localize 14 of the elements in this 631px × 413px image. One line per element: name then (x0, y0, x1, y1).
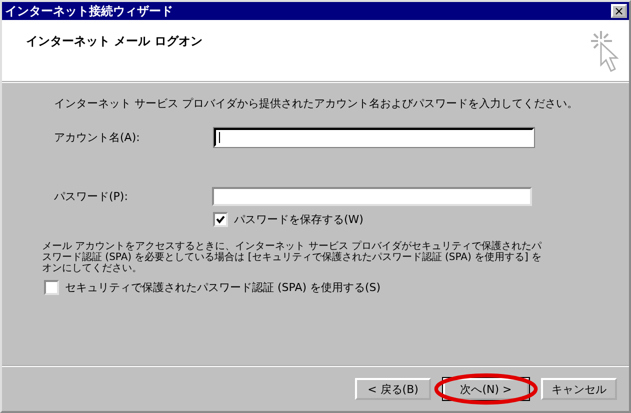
spa-note-text: メール アカウントをアクセスするときに、インターネット サービス プロバイダがセキュリティで保護されたパスワード認証 (SPA) を必要としている場合は [セキュリティで保護されたパスワード認証 (SPA) を使用する] をオンにしてください。 (42, 241, 542, 274)
window-title: インターネット接続ウィザード (5, 2, 173, 20)
checkbox-label: パスワードを保存する(W) (234, 212, 364, 227)
dialog-button[interactable]: キャンセル (541, 378, 617, 400)
checkbox[interactable] (44, 280, 59, 295)
field-label: パスワード(P): (54, 189, 129, 204)
close-button[interactable]: × (611, 4, 627, 18)
dialog-button[interactable]: < 戻る(B) (355, 378, 431, 400)
text-field[interactable] (214, 128, 534, 147)
field-label: アカウント名(A): (54, 130, 141, 145)
page-title: インターネット メール ログオン (26, 33, 202, 50)
instruction-text: インターネット サービス プロバイダから提供されたアカウント名およびパスワードを入力してください。 (54, 96, 579, 111)
checkbox[interactable] (213, 212, 228, 227)
checkbox-label: セキュリティで保護されたパスワード認証 (SPA) を使用する(S) (65, 280, 381, 295)
